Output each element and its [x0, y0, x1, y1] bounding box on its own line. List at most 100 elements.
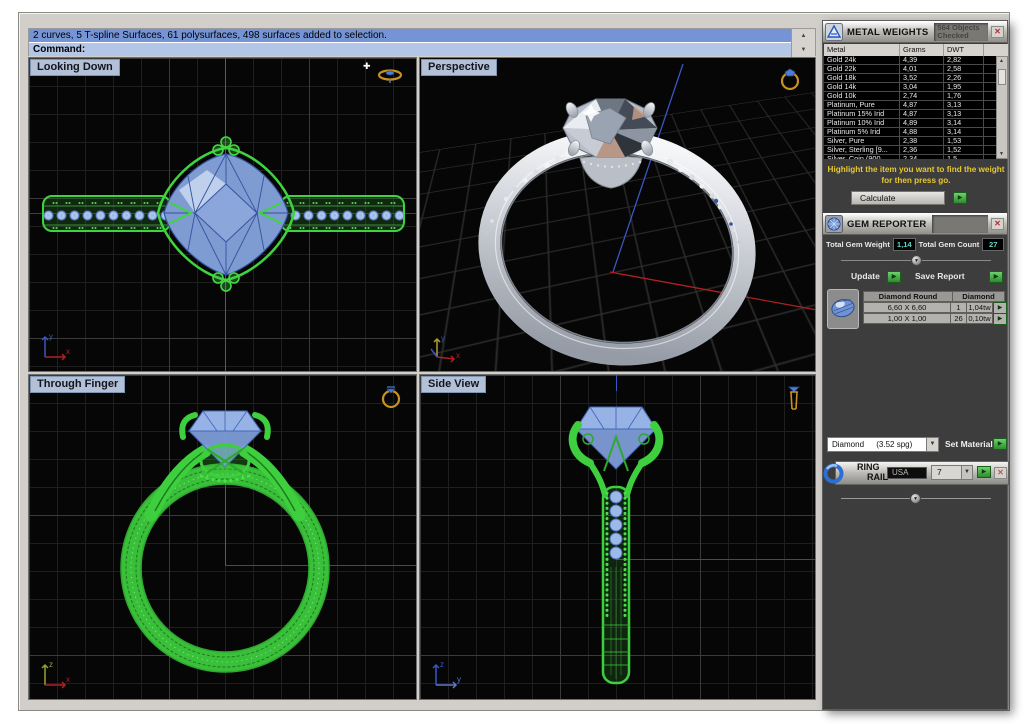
gem-thumbnail [827, 289, 859, 329]
gem-type-header: Diamond [953, 291, 1005, 302]
svg-text:y: y [441, 334, 445, 343]
gem-size-header: Diamond Round [863, 291, 953, 302]
metal-weights-close-icon[interactable]: ✕ [991, 26, 1004, 38]
col-dwt[interactable]: DWT [944, 44, 984, 56]
metal-weights-header: METAL WEIGHTS 564 Objects Checked ✕ [823, 21, 1007, 43]
gem-reporter-inset [932, 215, 988, 233]
metal-table-column-headers[interactable]: Metal Grams DWT [824, 44, 1008, 56]
command-history-line: 2 curves, 5 T-spline Surfaces, 61 polysu… [29, 29, 791, 42]
gem-reporter-close-icon[interactable]: ✕ [991, 218, 1004, 230]
total-gem-count-label: Total Gem Count [918, 239, 980, 249]
update-button[interactable]: Update [851, 271, 880, 281]
table-row[interactable]: Platinum 5% Irid 4,88 3,14 [824, 128, 996, 137]
metal-weights-instruction: Highlight the item you want to find the … [827, 165, 1005, 185]
svg-text:z: z [440, 660, 444, 669]
gem-row[interactable]: 1,00 X 1,00 26 0,10tw ▶ [863, 313, 1007, 325]
calculate-button[interactable]: Calculate [851, 191, 945, 205]
ring-rail-slider-knob[interactable]: ▼ [910, 493, 921, 504]
table-row[interactable]: Gold 22k 4,01 2,58 [824, 65, 996, 74]
ring-rail-title-1: RING [857, 462, 880, 472]
table-row[interactable]: Silver, Pure 2,38 1,53 [824, 137, 996, 146]
scrollbar-thumb[interactable] [998, 69, 1006, 85]
ring-rail-close-icon[interactable]: ✕ [994, 467, 1007, 479]
total-gem-weight-label: Total Gem Weight [826, 239, 890, 249]
table-row[interactable]: Platinum 15% Irid 4,87 3,13 [824, 110, 996, 119]
gem-reporter-icon [825, 215, 843, 233]
viewport-tab-perspective[interactable]: Perspective [421, 59, 497, 76]
scroll-down-icon[interactable]: ▼ [801, 47, 807, 53]
viewport-tab-looking-down[interactable]: Looking Down [30, 59, 120, 76]
metal-weights-title: METAL WEIGHTS [847, 26, 929, 38]
chevron-down-icon[interactable]: ▼ [961, 466, 972, 479]
save-report-button[interactable]: Save Report [915, 271, 965, 281]
viewport-through-finger[interactable]: Through Finger z x [28, 374, 417, 700]
axis-indicator: z x [41, 660, 70, 689]
metal-table-scrollbar[interactable]: ▲ ▼ [996, 56, 1008, 159]
col-grams[interactable]: Grams [900, 44, 944, 56]
material-select[interactable]: Diamond (3.52 spg) ▼ [827, 437, 939, 452]
svg-text:x: x [66, 675, 70, 684]
ring-side-wireframe [568, 406, 664, 685]
axis-indicator: y x [430, 334, 460, 363]
scroll-up-icon[interactable]: ▲ [801, 33, 807, 39]
center-diamond [562, 98, 658, 158]
command-bar-scrollbar[interactable]: ▲ ▼ [791, 29, 815, 57]
gem-reporter-header: GEM REPORTER ✕ [823, 213, 1007, 235]
collapse-knob[interactable]: ▼ [911, 255, 922, 266]
tools-panel: METAL WEIGHTS 564 Objects Checked ✕ Meta… [822, 20, 1009, 710]
table-row[interactable]: Platinum 10% Irid 4,89 3,14 [824, 119, 996, 128]
material-sg: (3.52 spg) [876, 440, 913, 449]
viewport-tab-side-view[interactable]: Side View [421, 376, 487, 393]
ring-front-wireframe [120, 410, 330, 673]
material-name: Diamond [832, 440, 865, 449]
svg-text:x: x [456, 351, 460, 360]
ring-perspective-icon [780, 68, 800, 91]
command-input[interactable]: Command: [29, 43, 791, 56]
ring-rail-title-2: RAIL [867, 472, 888, 482]
col-metal[interactable]: Metal [824, 44, 900, 56]
table-row[interactable]: Silver, Coin (900...2,341,5 [824, 155, 996, 159]
scroll-down-icon[interactable]: ▼ [999, 151, 1004, 157]
gem-row[interactable]: 6,60 X 6,60 1 1,04tw ▶ [863, 302, 1007, 314]
calculate-go-button[interactable]: ▶ [953, 192, 967, 204]
col-blank [984, 44, 1008, 56]
total-gem-weight-value: 1,14 [892, 237, 916, 251]
viewport-side-view[interactable]: Side View z y [419, 374, 816, 700]
chevron-down-icon[interactable]: ▼ [926, 438, 938, 451]
ring-side-icon [788, 386, 800, 410]
ring-rail-go-button[interactable]: ▶ [977, 466, 991, 478]
gem-row-go-button[interactable]: ▶ [993, 313, 1007, 325]
total-gem-count-value: 27 [982, 237, 1005, 251]
scroll-up-icon[interactable]: ▲ [999, 58, 1004, 64]
table-row[interactable]: Silver, Sterling [9... 2,36 1,52 [824, 146, 996, 155]
update-go-button[interactable]: ▶ [887, 271, 901, 283]
set-material-go-button[interactable]: ▶ [993, 438, 1007, 450]
ring-size-region-field[interactable]: USA [887, 467, 927, 479]
viewport-tab-through-finger[interactable]: Through Finger [30, 376, 126, 393]
axis-indicator: y x [41, 332, 70, 361]
svg-text:z: z [49, 660, 53, 669]
ring-rail-icon [823, 463, 844, 484]
svg-text:y: y [49, 332, 53, 341]
app-screen: 2 curves, 5 T-spline Surfaces, 61 polysu… [0, 0, 1024, 724]
command-bar: 2 curves, 5 T-spline Surfaces, 61 polysu… [28, 28, 816, 57]
metal-table: Gold 24k 4,39 2,82 Gold 22k 4,01 2,58 Gold 1… [824, 56, 996, 159]
ring-size-select[interactable]: 7 ▼ [931, 465, 973, 480]
ring-render [478, 63, 815, 366]
metal-weights-icon [825, 23, 843, 41]
save-report-go-button[interactable]: ▶ [989, 271, 1003, 283]
ring-top-view-wireframe [42, 136, 405, 292]
gem-totals-row: Total Gem Weight 1,14 Total Gem Count 27 [823, 237, 1009, 251]
table-row[interactable]: Gold 10k 2,74 1,76 [824, 92, 996, 101]
objects-checked-status: 564 Objects Checked [934, 23, 988, 41]
viewport-looking-down[interactable]: Looking Down y x ✚ [28, 57, 417, 372]
table-row[interactable]: Gold 14k 3,04 1,95 [824, 83, 996, 92]
table-row[interactable]: Platinum, Pure 4,87 3,13 [824, 101, 996, 110]
table-row[interactable]: Gold 24k 4,39 2,82 [824, 56, 996, 65]
svg-text:y: y [457, 675, 461, 684]
svg-text:x: x [66, 347, 70, 356]
mouse-cursor: ✚ [363, 61, 371, 71]
viewport-perspective[interactable]: Perspective y x [419, 57, 816, 372]
set-material-label: Set Material [945, 439, 993, 449]
table-row[interactable]: Gold 18k 3,52 2,26 [824, 74, 996, 83]
